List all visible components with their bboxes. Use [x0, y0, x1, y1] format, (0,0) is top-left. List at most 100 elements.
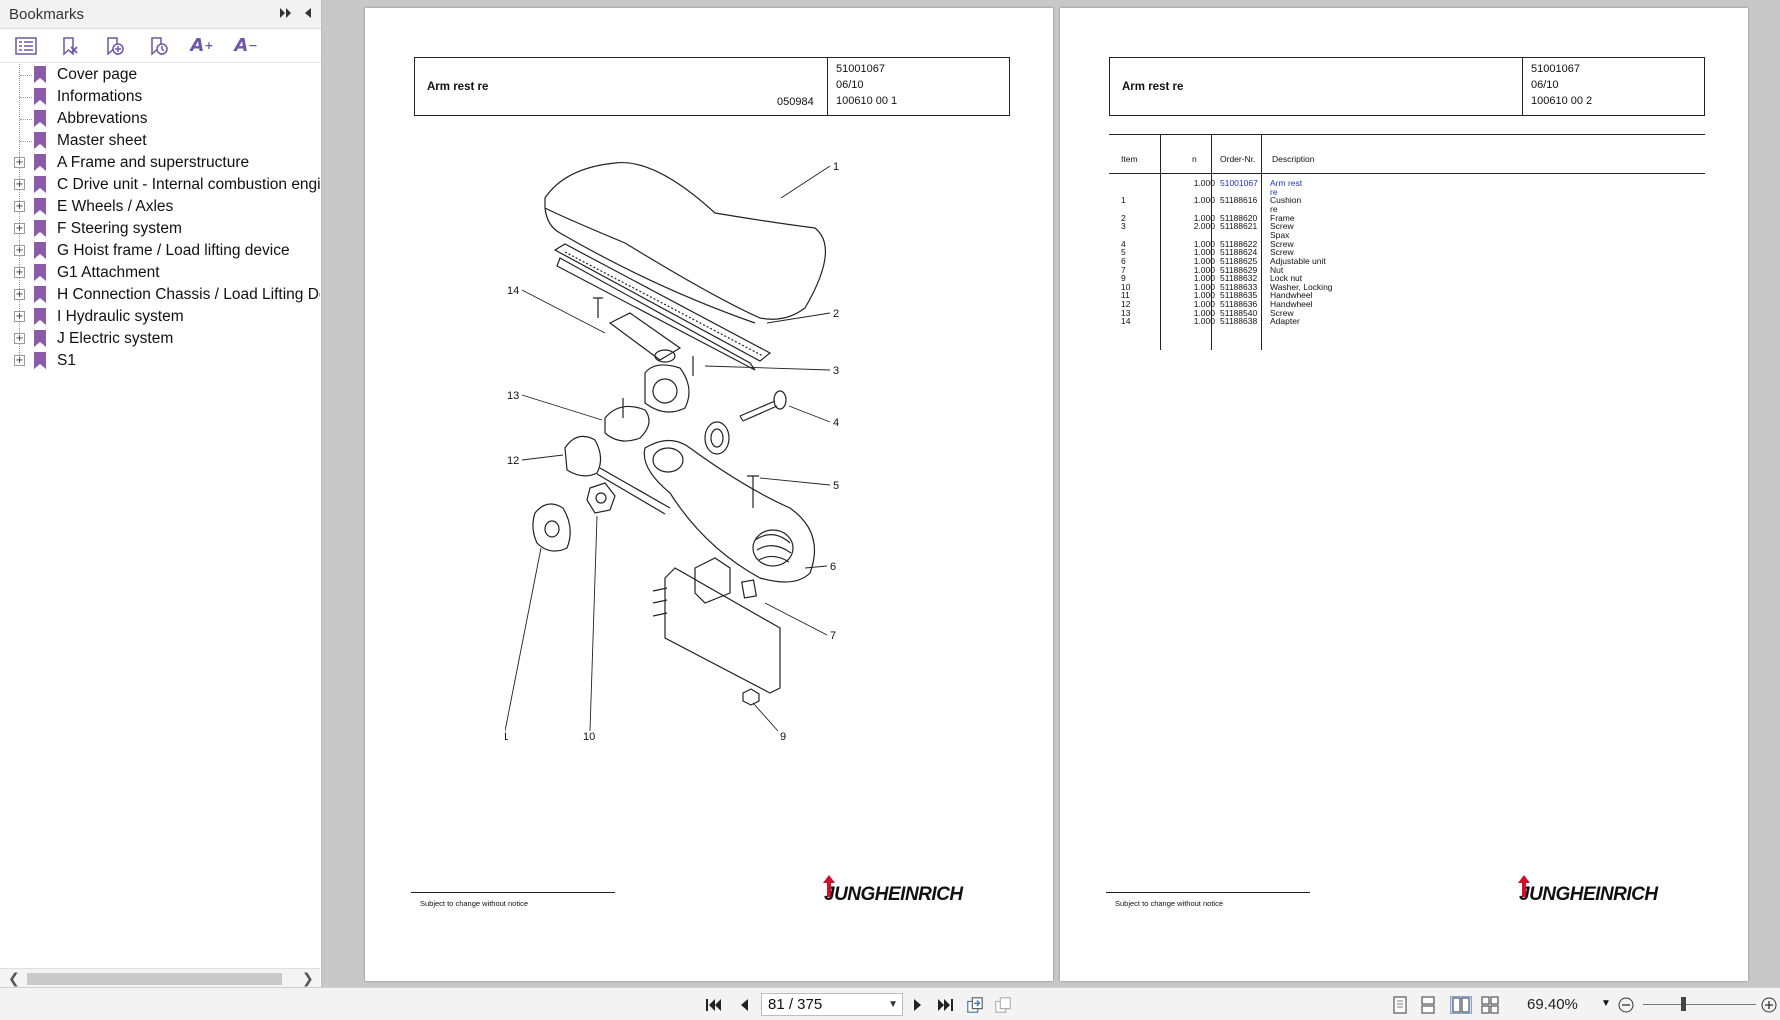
- bookmark-flag-icon: [34, 66, 46, 83]
- horizontal-scrollbar[interactable]: ❮ ❯: [0, 968, 320, 987]
- scroll-right-icon[interactable]: ❯: [302, 970, 314, 987]
- next-page-icon[interactable]: [909, 996, 927, 1014]
- bookmark-flag-icon: [34, 352, 46, 369]
- bookmark-item[interactable]: + G1 Attachment: [0, 262, 320, 284]
- bookmark-item[interactable]: Informations: [0, 86, 320, 108]
- expand-toggle-icon[interactable]: +: [14, 355, 25, 366]
- exploded-parts-diagram: 1 2 3 4 5 6 7 9 10 11 12 13 14: [505, 161, 839, 743]
- add-bookmark-icon[interactable]: [102, 34, 126, 58]
- jungheinrich-logo: JUNGHEINRICH: [1518, 875, 1658, 906]
- callout-1: 1: [833, 161, 839, 173]
- logo-arrow-icon: [823, 875, 835, 897]
- part-number: 51001067: [836, 63, 885, 75]
- expand-toggle-icon[interactable]: +: [14, 179, 25, 190]
- chevron-down-icon[interactable]: ▼: [888, 994, 898, 1015]
- bookmark-label: G1 Attachment: [57, 264, 160, 281]
- bookmark-label: A Frame and superstructure: [57, 154, 250, 171]
- handwheel-part-11: [532, 503, 571, 552]
- bookmark-list-icon[interactable]: [14, 34, 38, 58]
- bookmark-item[interactable]: + S1: [0, 350, 320, 372]
- scroll-left-icon[interactable]: ❮: [8, 970, 20, 987]
- bookmark-item[interactable]: Abbrevations: [0, 108, 320, 130]
- previous-page-icon[interactable]: [735, 996, 753, 1014]
- decrease-font-icon[interactable]: A −: [234, 34, 258, 58]
- delete-bookmark-icon[interactable]: [58, 34, 82, 58]
- zoom-out-icon[interactable]: [1617, 996, 1635, 1014]
- zoom-level[interactable]: 69.40%: [1527, 996, 1578, 1013]
- zoom-slider-thumb[interactable]: [1680, 997, 1686, 1011]
- handwheel-part-12: [564, 435, 602, 477]
- expand-toggle-icon[interactable]: +: [14, 157, 25, 168]
- bookmark-properties-icon[interactable]: [146, 34, 170, 58]
- bookmark-item[interactable]: + C Drive unit - Internal combustion engi…: [0, 174, 320, 196]
- expand-toggle-icon[interactable]: +: [14, 223, 25, 234]
- bookmark-flag-icon: [34, 176, 46, 193]
- screw-part-4: [739, 400, 778, 422]
- plate-part: [664, 567, 781, 694]
- bookmark-item[interactable]: + H Connection Chassis / Load Lifting Dev…: [0, 284, 320, 306]
- revision-date: 06/10: [1531, 79, 1559, 91]
- bookmark-label: G Hoist frame / Load lifting device: [57, 242, 290, 259]
- sheet-code: 100610 00 1: [836, 95, 898, 107]
- facing-view-icon[interactable]: [1450, 996, 1472, 1014]
- navigation-bar: 81 / 375 ▼ 69.40% ▼: [0, 987, 1780, 1020]
- bookmark-item[interactable]: + F Steering system: [0, 218, 320, 240]
- tree-connector: [20, 119, 32, 120]
- page-header-box: Arm rest re 050984 51001067 06/10 100610…: [414, 57, 1010, 116]
- callout-9: 9: [780, 731, 786, 743]
- callout-5: 5: [833, 480, 839, 492]
- drawing-number: 050984: [777, 96, 814, 108]
- jungheinrich-logo: JUNGHEINRICH: [823, 875, 963, 906]
- bookmark-flag-icon: [34, 220, 46, 237]
- expand-toggle-icon[interactable]: +: [14, 289, 25, 300]
- document-view[interactable]: Arm rest re 050984 51001067 06/10 100610…: [323, 0, 1780, 987]
- bookmark-flag-icon: [34, 132, 46, 149]
- zoom-dropdown-icon[interactable]: ▼: [1601, 998, 1611, 1009]
- col-desc-header: Description: [1272, 154, 1315, 164]
- page-left: Arm rest re 050984 51001067 06/10 100610…: [365, 8, 1053, 981]
- washer-part-10: [586, 482, 616, 514]
- next-view-icon[interactable]: [994, 996, 1012, 1014]
- first-page-icon[interactable]: [705, 996, 723, 1014]
- last-page-icon[interactable]: [936, 996, 954, 1014]
- expand-toggle-icon[interactable]: +: [14, 311, 25, 322]
- footer-rule: [411, 892, 615, 893]
- zoom-slider[interactable]: [1643, 1004, 1756, 1005]
- callout-3: 3: [833, 365, 839, 377]
- continuous-view-icon[interactable]: [1419, 996, 1437, 1014]
- previous-view-icon[interactable]: [966, 996, 984, 1014]
- page-number-input[interactable]: 81 / 375 ▼: [761, 993, 903, 1016]
- expand-toggle-icon[interactable]: +: [14, 245, 25, 256]
- bookmark-item[interactable]: + G Hoist frame / Load lifting device: [0, 240, 320, 262]
- bookmark-label: S1: [57, 352, 76, 369]
- description-cell: Adapter: [1270, 316, 1300, 327]
- bookmark-item[interactable]: + I Hydraulic system: [0, 306, 320, 328]
- expand-toggle-icon[interactable]: +: [14, 333, 25, 344]
- knob-part-13: [604, 405, 650, 442]
- footer-note: Subject to change without notice: [1115, 899, 1223, 908]
- bookmark-item[interactable]: Master sheet: [0, 130, 320, 152]
- bookmark-flag-icon: [34, 242, 46, 259]
- expand-toggle-icon[interactable]: +: [14, 267, 25, 278]
- callout-11: 11: [505, 731, 508, 743]
- expand-toggle-icon[interactable]: +: [14, 201, 25, 212]
- col-order-header: Order-Nr.: [1220, 154, 1256, 164]
- zoom-in-icon[interactable]: [1760, 996, 1778, 1014]
- bookmark-item[interactable]: + E Wheels / Axles: [0, 196, 320, 218]
- lock-nut-part: [742, 688, 760, 706]
- increase-font-icon[interactable]: A +: [190, 34, 214, 58]
- collapse-panel-icon[interactable]: [301, 6, 315, 20]
- page-right: Arm rest re 51001067 06/10 100610 00 2 I…: [1060, 8, 1748, 981]
- continuous-facing-view-icon[interactable]: [1481, 996, 1499, 1014]
- bookmark-item[interactable]: Cover page: [0, 64, 320, 86]
- expand-panel-icon[interactable]: [279, 6, 293, 20]
- callout-6: 6: [830, 561, 836, 573]
- callout-7: 7: [830, 630, 836, 642]
- sheet-code: 100610 00 2: [1531, 95, 1593, 107]
- single-page-view-icon[interactable]: [1391, 996, 1409, 1014]
- bookmark-label: Informations: [57, 88, 143, 105]
- bookmark-item[interactable]: + J Electric system: [0, 328, 320, 350]
- callout-4: 4: [833, 417, 839, 429]
- scrollbar-thumb[interactable]: [27, 973, 282, 985]
- bookmark-item[interactable]: + A Frame and superstructure: [0, 152, 320, 174]
